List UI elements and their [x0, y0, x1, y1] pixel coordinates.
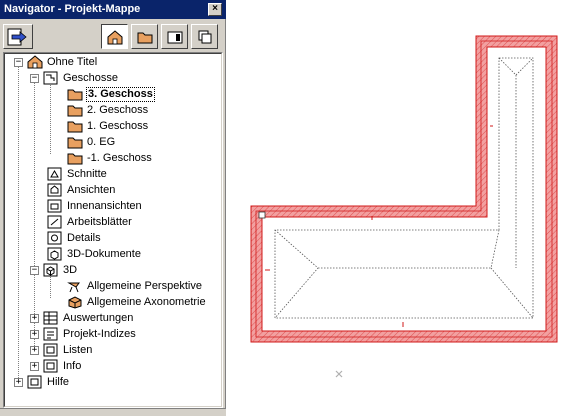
l-shaped-wall[interactable] [250, 35, 558, 343]
tree-item-label: 1. Geschoss [87, 119, 149, 132]
tree-item-perspektive[interactable]: Allgemeine Perspektive [67, 278, 203, 294]
3d-document-icon [47, 247, 62, 261]
palette-titlebar[interactable]: Navigator - Projekt-Mappe × [0, 0, 226, 19]
list-icon [43, 343, 58, 357]
tree-item-details[interactable]: Details [47, 230, 102, 246]
interior-elevation-icon [47, 199, 62, 213]
origin-marker-icon [335, 370, 343, 378]
expand-toggle-auswertungen[interactable]: + [30, 314, 39, 323]
tree-item-story[interactable]: 0. EG [67, 134, 116, 150]
publisher-button[interactable] [191, 24, 218, 49]
story-folder-icon [67, 89, 83, 101]
tree-line [18, 62, 19, 382]
house-icon [27, 55, 43, 69]
tree-item-story[interactable]: -1. Geschoss [67, 150, 153, 166]
tree-line [34, 78, 35, 350]
tree-line [50, 78, 51, 154]
tree-item-label: 3D-Dokumente [67, 247, 141, 260]
house-icon [107, 29, 122, 44]
stories-icon [43, 71, 58, 85]
tree-item-label: 3. Geschoss [86, 86, 155, 102]
collapse-toggle-3d[interactable]: − [30, 266, 39, 275]
story-folder-icon [67, 121, 83, 133]
detail-icon [47, 231, 62, 245]
tree-item-geschosse[interactable]: Geschosse [43, 70, 119, 86]
section-icon [47, 167, 62, 181]
info-icon [43, 359, 58, 373]
story-folder-icon [67, 137, 83, 149]
help-icon [27, 375, 42, 389]
tree-item-axonometrie[interactable]: Allgemeine Axonometrie [67, 294, 207, 310]
selection-hotspot[interactable] [258, 211, 266, 219]
tree-item-label: Allgemeine Perspektive [87, 279, 202, 292]
close-button[interactable]: × [208, 3, 222, 16]
schedule-icon [43, 311, 58, 325]
tree-item-story[interactable]: 1. Geschoss [67, 118, 149, 134]
elevation-icon [47, 183, 62, 197]
tree-item-label: Geschosse [63, 71, 119, 84]
tree-item-label: Schnitte [67, 167, 107, 180]
tree-item-label: Projekt-Indizes [63, 327, 136, 340]
tree-item-label: Hilfe [47, 375, 70, 388]
story-folder-icon [67, 105, 83, 117]
tree-item-story[interactable]: 2. Geschoss [67, 102, 149, 118]
layout-icon [167, 31, 182, 43]
tree-item-label: Arbeitsblätter [67, 215, 132, 228]
folder-icon [137, 32, 152, 43]
tree-item-story[interactable]: 3. Geschoss [67, 86, 155, 102]
project-map-button[interactable] [101, 24, 128, 49]
camera-icon [67, 282, 80, 293]
tree-item-3d[interactable]: 3D [43, 262, 78, 278]
project-tree[interactable]: − Ohne Titel − Geschosse 3. Geschoss 2. … [3, 52, 223, 408]
tree-item-ansichten[interactable]: Ansichten [47, 182, 116, 198]
tree-item-arbeitsblaetter[interactable]: Arbeitsblätter [47, 214, 133, 230]
cube-icon [68, 296, 82, 309]
palette-title: Navigator - Projekt-Mappe [4, 3, 141, 15]
tree-item-label: Ohne Titel [47, 55, 98, 68]
collapse-toggle-root[interactable]: − [14, 58, 23, 67]
worksheet-icon [47, 215, 62, 229]
tree-item-listen[interactable]: Listen [43, 342, 93, 358]
navigator-toolbar [0, 19, 226, 52]
story-folder-icon [67, 153, 83, 165]
view-map-button[interactable] [131, 24, 158, 49]
palette-statusbar [0, 408, 226, 416]
project-tree-frame: − Ohne Titel − Geschosse 3. Geschoss 2. … [4, 53, 222, 407]
tree-item-label: Auswertungen [63, 311, 134, 324]
tree-item-label: Ansichten [67, 183, 116, 196]
tree-item-label: Details [67, 231, 101, 244]
roof-ridge-lines [274, 57, 534, 319]
copies-icon [198, 30, 211, 43]
tree-item-label: 0. EG [87, 135, 116, 148]
tree-item-label: 3D [63, 263, 78, 276]
tree-item-label: -1. Geschoss [87, 151, 152, 164]
tree-item-projekt-indizes[interactable]: Projekt-Indizes [43, 326, 137, 342]
tree-item-hilfe[interactable]: Hilfe [27, 374, 70, 390]
tree-item-label: Innenansichten [67, 199, 142, 212]
floor-plan-canvas[interactable] [227, 0, 568, 416]
tree-item-info[interactable]: Info [43, 358, 82, 374]
tree-item-3d-dokumente[interactable]: 3D-Dokumente [47, 246, 142, 262]
tree-item-innenansichten[interactable]: Innenansichten [47, 198, 143, 214]
collapse-toggle-geschosse[interactable]: − [30, 74, 39, 83]
expand-toggle-indizes[interactable]: + [30, 330, 39, 339]
expand-toggle-listen[interactable]: + [30, 346, 39, 355]
tree-item-auswertungen[interactable]: Auswertungen [43, 310, 134, 326]
tree-item-label: Listen [63, 343, 93, 356]
navigator-options-button[interactable] [3, 24, 33, 49]
wall-ticks [265, 125, 493, 327]
expand-toggle-hilfe[interactable]: + [14, 378, 23, 387]
floor-plan-drawing [250, 35, 558, 378]
arrow-menu-icon [7, 28, 27, 45]
expand-toggle-info[interactable]: + [30, 362, 39, 371]
3d-icon [43, 263, 58, 277]
tree-item-label: Info [63, 359, 82, 372]
tree-item-schnitte[interactable]: Schnitte [47, 166, 108, 182]
index-icon [43, 327, 58, 341]
layout-book-button[interactable] [161, 24, 188, 49]
tree-item-label: 2. Geschoss [87, 103, 149, 116]
navigator-palette: Navigator - Projekt-Mappe × − Ohne Titel… [0, 0, 226, 416]
tree-item-root[interactable]: Ohne Titel [27, 54, 98, 70]
tree-item-label: Allgemeine Axonometrie [87, 295, 206, 308]
